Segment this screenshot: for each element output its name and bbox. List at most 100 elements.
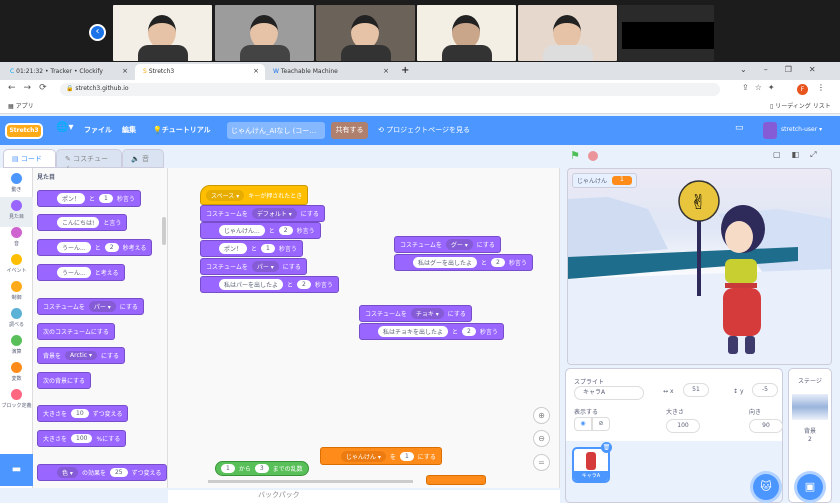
tab-code[interactable]: ▤ コード bbox=[3, 149, 56, 168]
stop-icon[interactable] bbox=[588, 151, 598, 161]
stretch3-logo[interactable]: Stretch3 bbox=[5, 123, 43, 139]
variable-monitor: じゃんけん 1 bbox=[572, 173, 637, 188]
backpack[interactable]: バックパック bbox=[168, 490, 560, 503]
category-item[interactable]: 音 bbox=[0, 224, 33, 254]
tab-stretch3[interactable]: S Stretch3 × bbox=[135, 64, 265, 80]
category-label: 変数 bbox=[11, 376, 22, 382]
new-tab-button[interactable]: + bbox=[401, 65, 409, 76]
category-item[interactable]: 制御 bbox=[0, 278, 33, 308]
toolbar-icons[interactable]: ⇪☆✦ bbox=[742, 83, 781, 92]
tab-clockify[interactable]: C 01:21:32 • Tracker • Clockify × bbox=[2, 64, 134, 80]
avatar[interactable] bbox=[763, 122, 777, 139]
category-dot-icon bbox=[11, 254, 22, 265]
choose-sprite-button[interactable]: 🐱 bbox=[753, 474, 779, 500]
switch-backdrop-block[interactable]: 背景を Arctic ▾ にする bbox=[37, 347, 126, 364]
zoom-reset-icon[interactable]: = bbox=[533, 454, 550, 471]
zoom-in-icon[interactable]: ⊕ bbox=[533, 407, 550, 424]
close-icon[interactable]: × bbox=[383, 67, 389, 75]
nav-buttons[interactable]: ←→⟳ bbox=[8, 83, 55, 93]
say-for-secs-block[interactable]: 私はチョキを出したよと 2 秒言う bbox=[359, 323, 504, 340]
sprite-name-input[interactable]: キャラA bbox=[574, 386, 644, 400]
add-extension-button[interactable]: ▬ bbox=[0, 454, 33, 486]
x-input[interactable]: 51 bbox=[683, 383, 709, 397]
stage-size-controls[interactable]: ▢◧⤢ bbox=[773, 150, 828, 160]
variable-block-partial[interactable] bbox=[426, 475, 486, 485]
project-title-input[interactable]: じゃんけん_AIなし (コー… bbox=[227, 122, 325, 139]
say-for-secs-block[interactable]: じゃんけん... と 2 秒言う bbox=[200, 222, 321, 239]
category-item[interactable]: 動き bbox=[0, 170, 33, 200]
category-item[interactable]: 調べる bbox=[0, 305, 33, 335]
change-effect-block[interactable]: 色 ▾ の効果を 25 ずつ変える bbox=[37, 464, 167, 481]
reading-list[interactable]: ▯ リーディング リスト bbox=[770, 101, 831, 110]
say-for-secs-block[interactable]: 私はグーを出したよと 2 秒言う bbox=[394, 254, 533, 271]
horizontal-scrollbar[interactable] bbox=[208, 480, 413, 483]
participant-tile[interactable] bbox=[518, 5, 617, 61]
tab-label: Stretch3 bbox=[148, 68, 175, 75]
url-input[interactable]: 🔒 stretch3.github.io bbox=[60, 83, 720, 96]
say-block[interactable]: こんにちは! と言う bbox=[37, 214, 128, 231]
participant-tile[interactable] bbox=[618, 5, 714, 61]
see-project-page-button[interactable]: ⟲ プロジェクトページを見る bbox=[378, 125, 470, 135]
window-controls[interactable]: ⌄–❐✕ bbox=[740, 65, 833, 74]
tab-sounds[interactable]: 🔈 音 bbox=[122, 149, 164, 168]
switch-costume-block[interactable]: コスチュームを パー ▾ にする bbox=[200, 258, 307, 275]
chevron-left-icon[interactable]: ‹ bbox=[89, 24, 106, 41]
user-menu[interactable]: stretch-user ▾ bbox=[781, 126, 822, 133]
size-label: 大きさ bbox=[666, 409, 685, 416]
when-key-pressed-block[interactable]: スペース ▾ キーが押されたとき bbox=[200, 185, 309, 205]
trash-icon[interactable]: 🗑 bbox=[601, 442, 612, 453]
direction-input[interactable]: 90 bbox=[749, 419, 783, 433]
participant-tile[interactable] bbox=[215, 5, 314, 61]
backdrop-thumbnail[interactable] bbox=[792, 394, 828, 420]
y-input[interactable]: -5 bbox=[752, 383, 778, 397]
script-area: スペース ▾ キーが押されたとき コスチュームを デフォルト ▾ にする じゃんけん.… bbox=[168, 168, 560, 488]
switch-costume-block[interactable]: コスチュームを グー ▾ にする bbox=[394, 236, 501, 253]
category-item[interactable]: 見た目 bbox=[0, 197, 33, 227]
menu-edit[interactable]: 編集 bbox=[122, 125, 136, 135]
tab-costumes[interactable]: ✎ コスチューム bbox=[56, 149, 122, 173]
menu-file[interactable]: ファイル bbox=[84, 125, 112, 135]
close-icon[interactable]: × bbox=[122, 67, 128, 75]
lightbulb-icon: 💡 bbox=[153, 126, 162, 134]
choose-backdrop-button[interactable]: ▣ bbox=[797, 474, 823, 500]
participant-tile[interactable] bbox=[316, 5, 415, 61]
next-costume-block[interactable]: 次のコスチュームにする bbox=[37, 323, 115, 340]
menu-tutorial[interactable]: 💡チュートリアル bbox=[153, 125, 211, 135]
folder-icon[interactable]: ▭ bbox=[735, 123, 744, 133]
hide-button[interactable]: ⊘ bbox=[592, 417, 610, 431]
say-for-secs-block[interactable]: 私はパーを出したよと 2 秒言う bbox=[200, 276, 339, 293]
pick-random-block[interactable]: 1 から 3 までの乱数 bbox=[215, 461, 309, 476]
show-visible-button[interactable]: ◉ bbox=[574, 417, 592, 431]
next-backdrop-block[interactable]: 次の背景にする bbox=[37, 372, 92, 389]
category-item[interactable]: ブロック定義 bbox=[0, 386, 33, 416]
green-flag-icon[interactable]: ⚑ bbox=[570, 149, 580, 162]
participant-tile[interactable] bbox=[113, 5, 212, 61]
set-variable-block[interactable]: じゃんけん ▾ を 1 にする bbox=[320, 447, 442, 465]
switch-costume-block[interactable]: コスチュームを チョキ ▾ にする bbox=[359, 305, 472, 322]
stage[interactable]: ✌ じゃんけん 1 bbox=[567, 168, 832, 365]
say-for-secs-block[interactable]: ポン！と 1 秒言う bbox=[200, 240, 303, 257]
category-item[interactable]: 演算 bbox=[0, 332, 33, 362]
participant-tile[interactable] bbox=[417, 5, 516, 61]
switch-costume-block[interactable]: コスチュームを パー ▾ にする bbox=[37, 298, 144, 315]
think-for-secs-block[interactable]: うーん... と 2 秒考える bbox=[37, 239, 153, 256]
apps-bookmark[interactable]: ▦ アプリ bbox=[8, 101, 34, 110]
stage-selector[interactable]: ステージ 背景 2 ▣ bbox=[788, 368, 832, 503]
close-icon[interactable]: × bbox=[253, 67, 259, 75]
change-size-block[interactable]: 大きさを 10 ずつ変える bbox=[37, 405, 129, 422]
share-button[interactable]: 共有する bbox=[331, 122, 368, 139]
say-for-secs-block[interactable]: ポン！と 1 秒言う bbox=[37, 190, 141, 207]
size-input[interactable]: 100 bbox=[666, 419, 700, 433]
think-block[interactable]: うーん... と考える bbox=[37, 264, 125, 281]
globe-icon[interactable]: 🌐▾ bbox=[56, 122, 73, 133]
menu-icon[interactable]: ⋮ bbox=[817, 83, 825, 92]
switch-costume-block[interactable]: コスチュームを デフォルト ▾ にする bbox=[200, 205, 325, 222]
zoom-out-icon[interactable]: ⊖ bbox=[533, 430, 550, 447]
category-item[interactable]: イベント bbox=[0, 251, 33, 281]
set-size-block[interactable]: 大きさを 100 %にする bbox=[37, 430, 127, 447]
video-call-strip: ‹ bbox=[0, 0, 840, 62]
profile-avatar[interactable]: F bbox=[797, 84, 808, 95]
tab-teachable-machine[interactable]: W Teachable Machine × bbox=[265, 64, 395, 80]
palette-scrollbar[interactable] bbox=[162, 217, 166, 245]
category-item[interactable]: 変数 bbox=[0, 359, 33, 389]
